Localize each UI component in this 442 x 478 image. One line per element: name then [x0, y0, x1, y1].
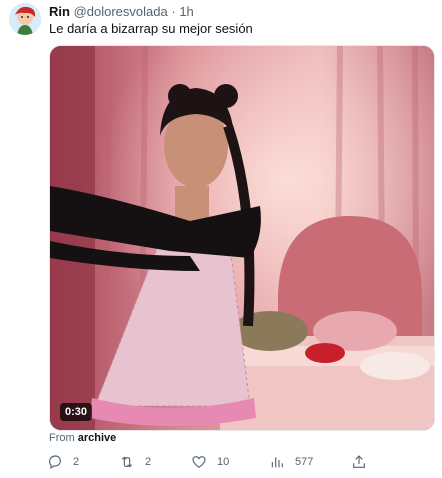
retweet-button[interactable]: 2: [119, 454, 151, 470]
source-attribution: From archive: [49, 432, 116, 444]
source-link[interactable]: archive: [78, 432, 117, 444]
share-icon: [353, 455, 365, 468]
author-name[interactable]: Rin: [49, 4, 70, 19]
views-chart-icon: [271, 457, 283, 468]
reply-button[interactable]: 2: [47, 454, 79, 470]
separator-dot: ·: [171, 4, 176, 19]
retweet-count: 2: [145, 456, 152, 468]
heart-icon: [192, 456, 206, 469]
views-count: 577: [295, 456, 314, 468]
tweet-time[interactable]: 1h: [179, 4, 193, 19]
video-player[interactable]: 0:30: [49, 45, 435, 431]
views-button[interactable]: 577: [269, 454, 313, 470]
video-duration-badge: 0:30: [60, 403, 93, 421]
tweet-card[interactable]: Rin @doloresvolada · 1h Le daría a bizar…: [0, 0, 442, 478]
author-handle[interactable]: @doloresvolada: [74, 4, 168, 19]
like-button[interactable]: 10: [191, 454, 229, 470]
avatar[interactable]: [9, 3, 41, 35]
source-prefix: From: [49, 432, 75, 444]
retweet-icon: [121, 456, 133, 468]
reply-icon: [49, 455, 61, 470]
tweet-header: Rin @doloresvolada · 1h: [49, 4, 194, 20]
like-count: 10: [217, 456, 230, 468]
tweet-text: Le daría a bizarrap su mejor sesión: [49, 21, 253, 36]
reply-count: 2: [73, 456, 80, 468]
action-bar: 2 2 10 577: [47, 454, 377, 472]
share-button[interactable]: [351, 454, 367, 470]
video-thumbnail: [50, 46, 434, 430]
